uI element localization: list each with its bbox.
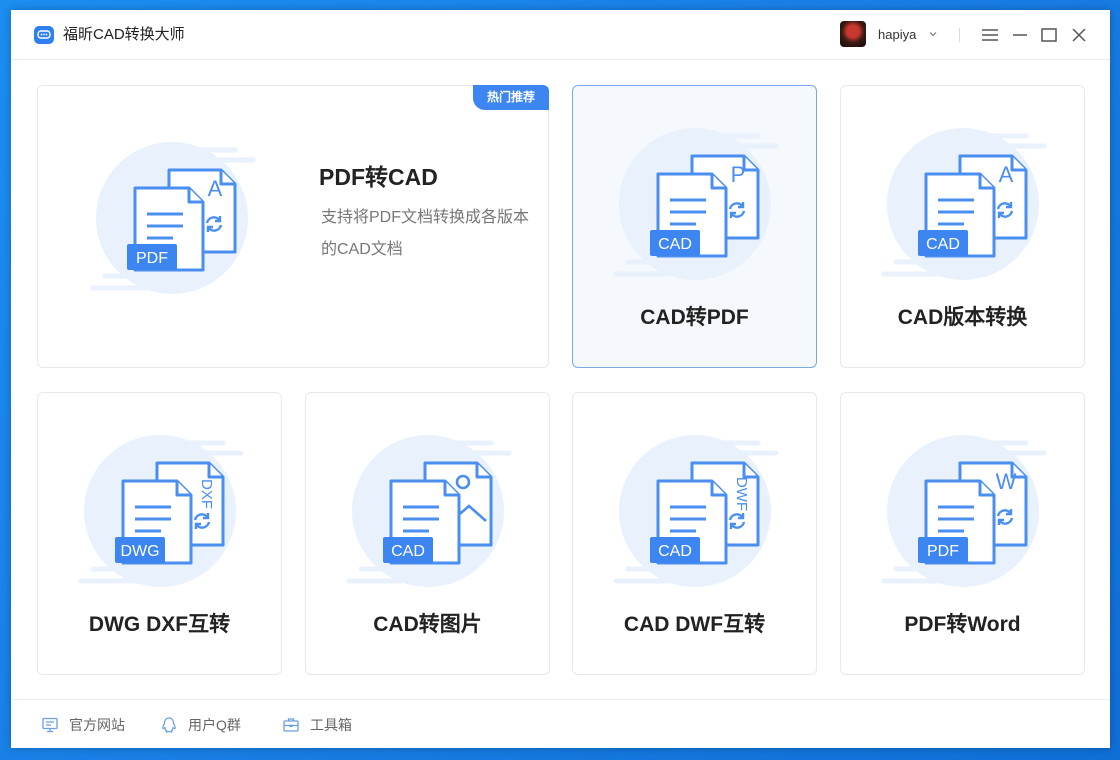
cad-dwf-illustration-icon: DWF CAD bbox=[613, 435, 779, 587]
pdf-to-cad-illustration-icon: A PDF bbox=[90, 142, 256, 294]
svg-text:CAD: CAD bbox=[391, 543, 425, 560]
feature-title: PDF转CAD bbox=[319, 164, 438, 190]
hot-recommend-badge: 热门推荐 bbox=[473, 85, 549, 110]
svg-text:DXF: DXF bbox=[198, 479, 215, 509]
app-window: 福昕CAD转换大师 hapiya 热门推荐 A PDF PDF转CAD 支持将PD… bbox=[11, 10, 1110, 748]
avatar[interactable] bbox=[840, 21, 866, 47]
toolbox-link[interactable]: 工具箱 bbox=[282, 714, 352, 736]
hamburger-menu-icon[interactable] bbox=[979, 24, 1001, 46]
official-website-link[interactable]: 官方网站 bbox=[41, 714, 125, 736]
card-title: CAD转图片 bbox=[373, 613, 482, 636]
svg-text:PDF: PDF bbox=[136, 250, 168, 267]
card-title: PDF转Word bbox=[904, 613, 1021, 636]
card-title: DWG DXF互转 bbox=[88, 613, 231, 636]
official-website-label: 官方网站 bbox=[69, 717, 125, 733]
titlebar-divider bbox=[959, 28, 960, 42]
pdf-to-word-illustration-icon: W PDF bbox=[881, 435, 1047, 587]
user-qq-group-label: 用户Q群 bbox=[188, 717, 241, 733]
svg-text:A: A bbox=[208, 176, 223, 201]
card-title: CAD DWF互转 bbox=[623, 613, 766, 636]
svg-text:DWF: DWF bbox=[733, 477, 750, 511]
card-title: CAD转PDF bbox=[640, 306, 749, 329]
card-pdf-to-cad[interactable]: 热门推荐 A PDF PDF转CAD 支持将PDF文档转换成各版本的CAD文档 bbox=[37, 85, 549, 368]
chevron-down-icon[interactable] bbox=[927, 28, 939, 40]
card-cad-to-image[interactable]: CAD CAD转图片 bbox=[305, 392, 550, 675]
svg-text:PDF: PDF bbox=[927, 543, 959, 560]
minimize-icon[interactable] bbox=[1009, 24, 1031, 46]
feature-description: 支持将PDF文档转换成各版本的CAD文档 bbox=[321, 209, 530, 258]
card-cad-dwf-convert[interactable]: DWF CAD CAD DWF互转 bbox=[572, 392, 817, 675]
toolbox-icon bbox=[283, 718, 299, 732]
footer-bar: 官方网站 用户Q群 工具箱 bbox=[11, 699, 1110, 748]
maximize-icon[interactable] bbox=[1038, 24, 1060, 46]
cad-to-image-illustration-icon: CAD bbox=[346, 435, 512, 587]
svg-text:CAD: CAD bbox=[658, 543, 692, 560]
svg-text:W: W bbox=[996, 469, 1017, 494]
monitor-icon bbox=[42, 717, 58, 733]
svg-text:DWG: DWG bbox=[120, 543, 159, 560]
cad-to-pdf-illustration-icon: P CAD bbox=[613, 128, 779, 280]
dwg-dxf-illustration-icon: DXF DWG bbox=[78, 435, 244, 587]
card-dwg-dxf-convert[interactable]: DXF DWG DWG DXF互转 bbox=[37, 392, 282, 675]
svg-text:CAD: CAD bbox=[658, 236, 692, 253]
close-icon[interactable] bbox=[1068, 24, 1090, 46]
card-title: CAD版本转换 bbox=[897, 306, 1028, 329]
user-name[interactable]: hapiya bbox=[878, 26, 916, 44]
cad-version-illustration-icon: A CAD bbox=[881, 128, 1047, 280]
title-bar: 福昕CAD转换大师 hapiya bbox=[11, 10, 1110, 60]
user-qq-group-link[interactable]: 用户Q群 bbox=[160, 714, 241, 736]
card-cad-version-convert[interactable]: A CAD CAD版本转换 bbox=[840, 85, 1085, 368]
svg-text:P: P bbox=[731, 162, 746, 187]
card-cad-to-pdf[interactable]: P CAD CAD转PDF bbox=[572, 85, 817, 368]
svg-text:CAD: CAD bbox=[926, 236, 960, 253]
toolbox-label: 工具箱 bbox=[310, 717, 352, 733]
app-logo-icon bbox=[34, 26, 54, 44]
card-pdf-to-word[interactable]: W PDF PDF转Word bbox=[840, 392, 1085, 675]
app-title: 福昕CAD转换大师 bbox=[63, 26, 185, 43]
qq-penguin-icon bbox=[162, 717, 176, 733]
svg-text:A: A bbox=[999, 162, 1014, 187]
